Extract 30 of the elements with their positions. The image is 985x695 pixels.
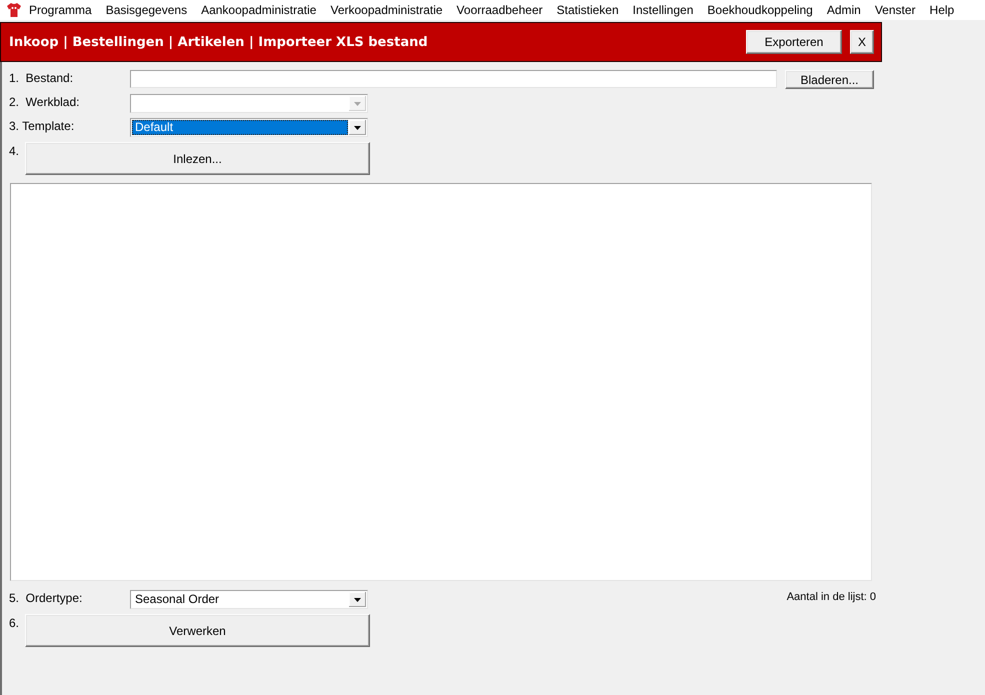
menu-item[interactable]: Boekhoudkoppeling [700, 2, 820, 18]
caret-icon [349, 120, 366, 135]
item-count-label: Aantal in de lijst: 0 [786, 590, 876, 604]
action-button[interactable]: Verwerken [25, 614, 370, 647]
step-number: 6. [9, 615, 20, 630]
menu-item[interactable]: Aankoopadministratie [194, 2, 324, 18]
field-label: 1. Bestand: [9, 70, 74, 85]
dropdown[interactable]: Seasonal Order [130, 590, 368, 609]
browse-button[interactable]: Bladeren... [785, 70, 874, 89]
dropdown[interactable]: Default [130, 118, 368, 137]
export-button[interactable]: Exporteren [746, 30, 842, 54]
menu-item[interactable]: Instellingen [626, 2, 700, 18]
action-button[interactable]: Inlezen... [25, 142, 370, 175]
menu-item[interactable]: Help [922, 2, 962, 18]
field-label: 2. Werkblad: [9, 94, 80, 109]
menu-item[interactable]: Voorraadbeheer [450, 2, 550, 18]
close-button[interactable]: X [850, 30, 874, 54]
field-label: 3. Template: [9, 118, 76, 133]
menu-item[interactable]: Admin [820, 2, 868, 18]
menu-item[interactable]: Venster [868, 2, 923, 18]
menu-item[interactable]: Basisgegevens [98, 2, 194, 18]
field-label: 5. Ordertype: [9, 590, 84, 605]
step-number: 4. [9, 143, 20, 158]
menu-item[interactable]: Statistieken [550, 2, 626, 18]
page-title: Inkoop | Bestellingen | Artikelen | Importeer XLS bestand [9, 34, 428, 50]
menu-item[interactable]: Programma [22, 2, 99, 18]
caret-icon [349, 96, 366, 111]
menu-item[interactable]: Verkoopadministratie [323, 2, 450, 18]
file-path-field[interactable] [130, 70, 777, 88]
caret-icon [349, 592, 366, 607]
